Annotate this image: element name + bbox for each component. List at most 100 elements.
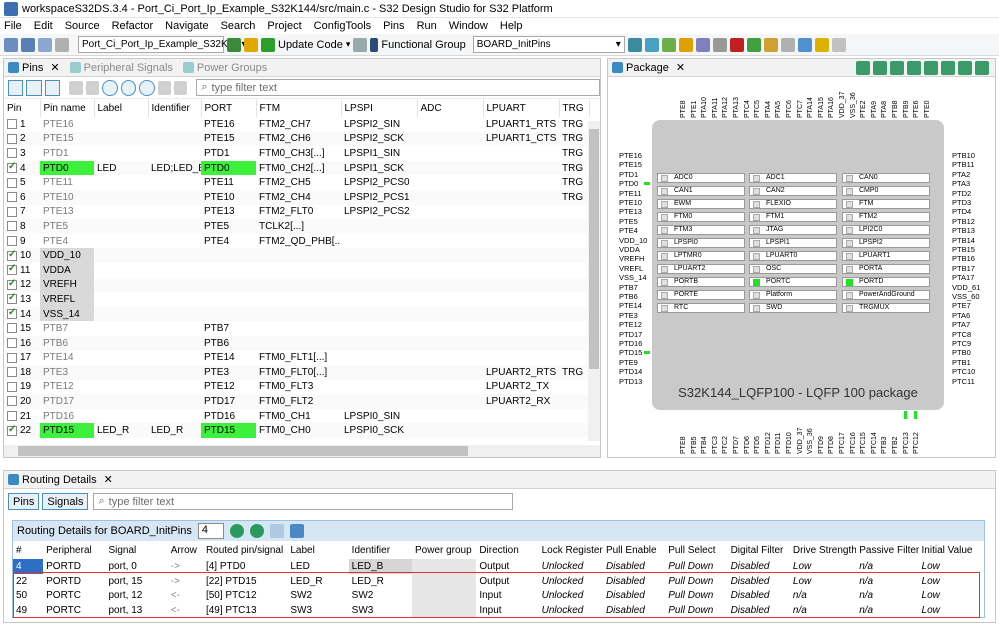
pin-checkbox[interactable] xyxy=(7,381,17,392)
package-pin-right[interactable]: PTC8 xyxy=(952,330,971,339)
package-pin-bottom[interactable]: PTD12 xyxy=(765,420,772,454)
pin-checkbox[interactable] xyxy=(7,249,17,261)
home-icon[interactable] xyxy=(227,37,241,52)
pins-cell-lpuart[interactable] xyxy=(483,321,559,336)
package-pin-bottom[interactable]: VSS_36 xyxy=(807,420,814,454)
pin-number-cell[interactable]: 12 xyxy=(4,277,40,293)
pins-cell-lpspi[interactable] xyxy=(341,234,417,249)
pins-cell-adc[interactable] xyxy=(417,160,483,176)
pins-table-row[interactable]: 4PTD0LEDLED;LED_BPTD0FTM0_CH2[...]LPSPI1… xyxy=(4,160,589,176)
pins-cell-lpuart[interactable] xyxy=(483,175,559,190)
package-pin-bottom[interactable]: PTB2 xyxy=(892,420,899,454)
package-pin-top[interactable]: PTA15 xyxy=(818,88,825,118)
package-pin-bottom[interactable]: PTC15 xyxy=(860,420,867,454)
peripheral-lpi2c0[interactable]: LPI2C0 xyxy=(842,225,930,235)
pin-checkbox[interactable] xyxy=(7,338,17,349)
pins-cell-id[interactable] xyxy=(148,117,201,132)
pins-cell-port[interactable] xyxy=(201,263,256,278)
pin-number-cell[interactable]: 20 xyxy=(4,394,40,409)
pin-number-cell[interactable]: 9 xyxy=(4,234,40,249)
peripheral-flexio[interactable]: FLEXIO xyxy=(749,199,837,209)
pins-cell-name[interactable]: PTE14 xyxy=(40,351,94,366)
pins-cell-lpspi[interactable]: LPSPI2_PCS1 xyxy=(341,189,417,205)
pins-cell-name[interactable]: PTE3 xyxy=(40,365,94,380)
pin-number-cell[interactable]: 21 xyxy=(4,409,40,424)
pins-column-header[interactable]: Label xyxy=(94,99,149,117)
menu-item-source[interactable]: Source xyxy=(65,20,100,32)
pins-cell-trg[interactable]: TRG xyxy=(559,131,589,147)
pin-number-cell[interactable]: 13 xyxy=(4,292,40,307)
pins-cell-lpspi[interactable]: LPSPI2_SIN xyxy=(341,117,417,132)
pins-cell-name[interactable]: PTB6 xyxy=(40,335,94,351)
add-icon[interactable] xyxy=(229,524,244,538)
routing-column-header[interactable]: Identifier xyxy=(349,541,412,559)
update-code-button[interactable]: Update Code xyxy=(278,39,343,51)
routing-column-header[interactable]: Passive Filter xyxy=(856,541,918,559)
pin-icon[interactable] xyxy=(797,37,812,52)
pins-table-row[interactable]: 2 PTE15 PTE15 FTM2_CH6 LPSPI2_SCK LPUART1_CTS… xyxy=(4,131,589,147)
pins-cell-name[interactable]: PTE5 xyxy=(40,219,94,234)
package-pin-left[interactable]: PTE10 xyxy=(619,198,642,207)
routing-column-header[interactable]: Signal xyxy=(105,541,167,559)
pins-cell-id[interactable] xyxy=(148,409,201,424)
package-pin-left[interactable]: VDDA xyxy=(619,245,640,254)
package-pin-left[interactable]: PTE11 xyxy=(619,189,641,198)
pin-checkbox[interactable] xyxy=(7,161,17,173)
pins-cell-id[interactable] xyxy=(148,394,201,409)
pins-cell-port[interactable]: PTB6 xyxy=(201,335,256,351)
pin-checkbox[interactable] xyxy=(7,119,17,130)
package-pin-right[interactable]: PTE7 xyxy=(952,301,971,310)
pins-cell-lpspi[interactable]: LPSPI2_SCK xyxy=(341,131,417,147)
pin-number-cell[interactable]: 17 xyxy=(4,351,40,366)
pins-cell-ftm[interactable]: FTM2_QD_PHB[...] xyxy=(256,234,341,249)
pins-cell-lpspi[interactable] xyxy=(341,335,417,351)
package-pin-left[interactable]: PTD14 xyxy=(619,367,642,376)
pins-cell-label[interactable] xyxy=(94,219,148,234)
pins-cell-ftm[interactable] xyxy=(256,292,341,307)
pins-cell-trg[interactable] xyxy=(559,263,589,278)
pins-cell-adc[interactable] xyxy=(417,189,483,205)
routing-column-header[interactable]: Lock Register xyxy=(539,541,603,559)
gear-icon[interactable] xyxy=(661,37,676,52)
pins-cell-ftm[interactable]: FTM0_FLT1[...] xyxy=(256,351,341,366)
pins-column-header[interactable]: PORT xyxy=(201,99,257,117)
edit-icon[interactable] xyxy=(780,37,795,52)
pins-table-row[interactable]: 14 VSS_14 xyxy=(4,306,589,322)
export-icon[interactable] xyxy=(353,37,368,52)
pins-table-row[interactable]: 10 VDD_10 xyxy=(4,248,589,263)
pins-column-header[interactable]: LPSPI xyxy=(341,99,418,117)
save-icon[interactable] xyxy=(21,37,35,52)
pins-cell-lpspi[interactable] xyxy=(341,394,417,409)
pins-cell-label[interactable] xyxy=(94,306,148,322)
pins-table-row[interactable]: 8 PTE5 PTE5 TCLK2[...] xyxy=(4,219,589,234)
pins-table-row[interactable]: 9 PTE4 PTE4 FTM2_QD_PHB[...] xyxy=(4,234,589,249)
pins-cell-label[interactable] xyxy=(94,335,148,351)
pins-cell-trg[interactable] xyxy=(559,277,589,293)
pin-number-cell[interactable]: 19 xyxy=(4,380,40,395)
pins-table-row[interactable]: 17 PTE14 PTE14 FTM0_FLT1[...] xyxy=(4,351,589,366)
pins-cell-name[interactable]: PTD16 xyxy=(40,409,94,424)
pins-cell-ftm[interactable]: FTM0_CH3[...] xyxy=(256,146,341,161)
pins-cell-name[interactable]: PTE13 xyxy=(40,205,94,220)
package-pin-left[interactable]: VSS_14 xyxy=(619,273,647,282)
peripheral-can0[interactable]: CAN0 xyxy=(842,173,930,183)
pins-table-row[interactable]: 20 PTD17 PTD17 FTM0_FLT2 LPUART2_RX xyxy=(4,394,589,409)
peripheral-lptmr0[interactable]: LPTMR0 xyxy=(657,251,745,261)
pins-cell-id[interactable] xyxy=(148,205,201,220)
package-pin-right[interactable]: PTC9 xyxy=(952,339,971,348)
pins-hscroll-thumb[interactable] xyxy=(18,446,468,456)
package-pin-left[interactable]: VREFL xyxy=(619,264,643,273)
view-table-button[interactable] xyxy=(26,79,42,96)
package-pin-right[interactable]: PTA3 xyxy=(952,179,970,188)
package-pin-top[interactable]: PTC6 xyxy=(786,88,793,118)
pins-cell-adc[interactable] xyxy=(417,219,483,234)
pins-cell-lpspi[interactable] xyxy=(341,219,417,234)
pin-number-cell[interactable]: 8 xyxy=(4,219,40,234)
pins-cell-lpuart[interactable] xyxy=(483,277,559,293)
pins-cell-id[interactable] xyxy=(148,146,201,161)
peripheral-ftm2[interactable]: FTM2 xyxy=(842,212,930,222)
pins-cell-name[interactable]: PTD1 xyxy=(40,146,94,161)
pins-table-row[interactable]: 11 VDDA xyxy=(4,262,589,278)
pins-cell-adc[interactable] xyxy=(417,306,483,322)
pins-cell-ftm[interactable]: FTM0_FLT0[...] xyxy=(256,365,341,380)
